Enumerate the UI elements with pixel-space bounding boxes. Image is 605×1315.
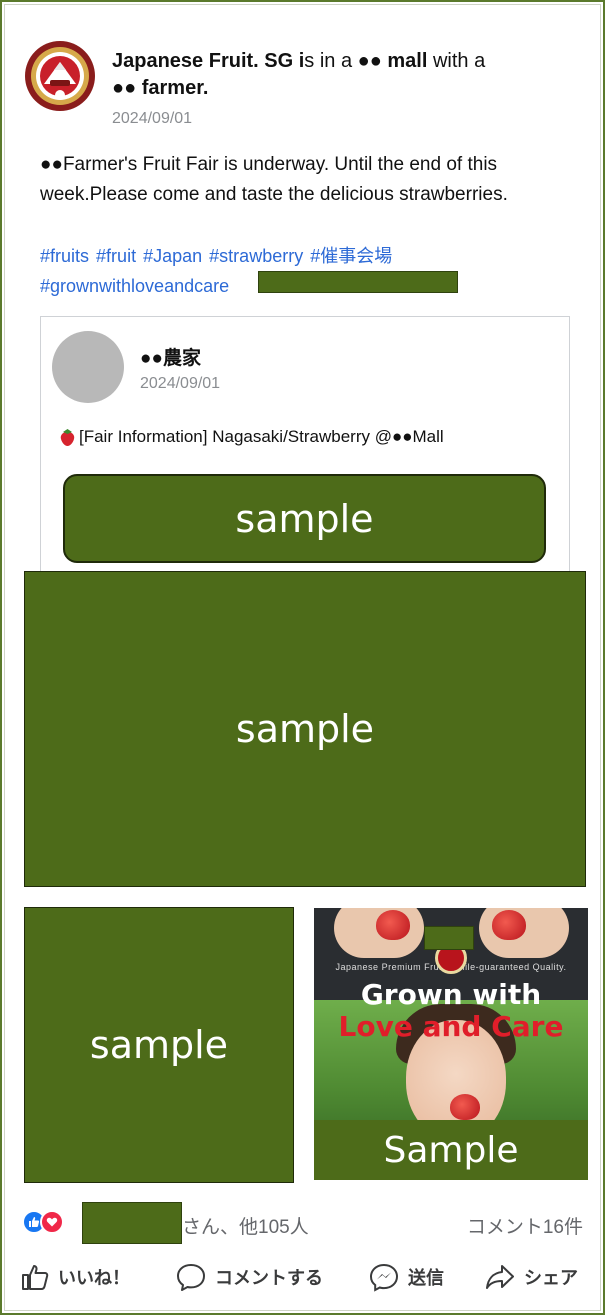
page-avatar[interactable] — [24, 40, 96, 112]
shared-text-content: [Fair Information] Nagasaki/Strawberry @… — [79, 427, 444, 446]
redaction-block — [424, 926, 474, 950]
redaction-block — [82, 1202, 182, 1244]
like-button[interactable]: いいね！ — [20, 1262, 130, 1292]
comment-button[interactable]: コメントする — [175, 1262, 323, 1292]
hashtag-link[interactable]: #催事会場 — [310, 246, 392, 266]
farmer-name-link[interactable]: ●● farmer. — [112, 77, 208, 99]
post-timestamp[interactable]: 2024/09/01 — [112, 110, 192, 128]
photo-title-2: Love and Care — [338, 1010, 564, 1043]
hashtag-link[interactable]: #Japan — [143, 246, 202, 266]
comment-count[interactable]: コメント16件 — [467, 1212, 583, 1239]
like-label: いいね！ — [58, 1268, 130, 1288]
header-text-1: s in a — [304, 50, 358, 72]
send-button[interactable]: 送信 — [368, 1262, 444, 1292]
photo-strawberry — [376, 910, 410, 940]
hashtag-link[interactable]: #fruit — [96, 246, 136, 266]
page-name-link[interactable]: Japanese Fruit. SG i — [112, 50, 304, 72]
post-header: Japanese Fruit. SG is in a ●● mall with … — [112, 48, 582, 102]
hashtag-link[interactable]: #strawberry — [209, 246, 303, 266]
mall-name-link[interactable]: ●● mall — [358, 50, 428, 72]
love-reaction-icon — [40, 1210, 64, 1234]
shared-avatar[interactable] — [52, 331, 124, 403]
reaction-icons[interactable] — [22, 1210, 64, 1234]
photo-strawberry — [492, 910, 526, 940]
left-media-placeholder[interactable]: sample — [24, 907, 294, 1183]
strawberry-icon — [60, 428, 75, 446]
share-button[interactable]: シェア — [484, 1262, 578, 1292]
sample-label: sample — [89, 1023, 229, 1067]
shared-author-name[interactable]: ●●農家 — [140, 343, 201, 370]
send-label: 送信 — [408, 1268, 444, 1288]
messenger-icon — [369, 1263, 399, 1292]
comment-bubble-icon — [177, 1264, 205, 1291]
share-arrow-icon — [486, 1265, 514, 1289]
comment-label: コメントする — [215, 1268, 323, 1288]
sample-label: sample — [235, 707, 375, 751]
shared-post-text: [Fair Information] Nagasaki/Strawberry @… — [59, 427, 444, 447]
hashtag-link[interactable]: #fruits — [40, 246, 89, 266]
thumbs-up-icon — [22, 1265, 49, 1290]
redaction-block — [258, 271, 458, 293]
sample-label: Sample — [383, 1129, 519, 1171]
japanese-fruit-logo-icon — [25, 41, 95, 111]
reaction-summary[interactable]: さん、他105人 — [182, 1212, 309, 1239]
promo-photo[interactable]: Japanese Premium Fruit. Smile-guaranteed… — [314, 908, 588, 1180]
shared-timestamp[interactable]: 2024/09/01 — [140, 375, 220, 393]
share-label: シェア — [524, 1268, 578, 1288]
post-body-text: ●●Farmer's Fruit Fair is underway. Until… — [40, 154, 508, 205]
photo-strawberry — [450, 1094, 480, 1120]
sample-label: sample — [235, 496, 374, 541]
main-media-placeholder[interactable]: sample — [24, 571, 586, 887]
header-text-2: with a — [427, 50, 486, 72]
photo-sample-banner: Sample — [314, 1120, 588, 1180]
photo-title-1: Grown with — [360, 978, 542, 1011]
sample-redaction-banner: sample — [63, 474, 546, 563]
hashtag-link[interactable]: #grownwithloveandcare — [40, 276, 229, 296]
action-bar: いいね！ コメントする 送信 シェア — [0, 1262, 605, 1302]
